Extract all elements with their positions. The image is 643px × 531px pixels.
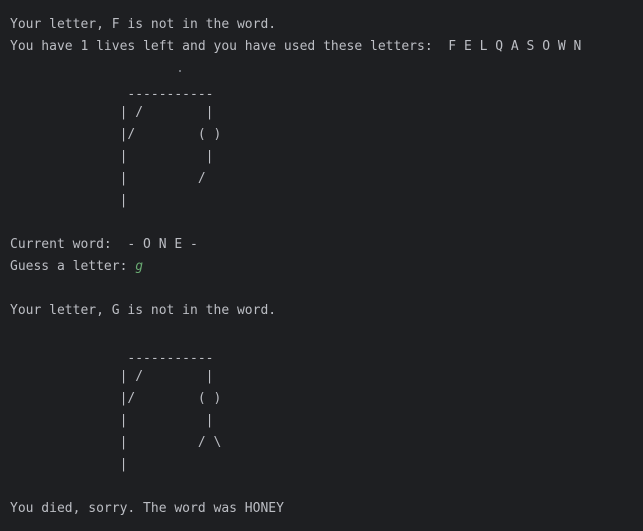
gallows-1-row-3-body: | | [10, 149, 214, 164]
caret-marker [179, 70, 181, 72]
gallows-1-row-4-leg: | / [10, 171, 206, 186]
run-console-output[interactable]: Your letter, F is not in the word. You h… [0, 0, 643, 531]
gallows-1-top-bar: ----------- [10, 87, 214, 102]
guess-prompt-label: Guess a letter: [10, 259, 136, 274]
gallows-2-row-4-legs: | / \ [10, 435, 222, 450]
gallows-1-row-1: | / | [10, 105, 214, 120]
gallows-2-top-bar: ----------- [10, 351, 214, 366]
gallows-2-row-5-base: | [10, 457, 128, 472]
gallows-2-row-1: | / | [10, 369, 214, 384]
console-line-lives-left: You have 1 lives left and you have used … [10, 39, 582, 54]
gallows-2-row-2-head: |/ ( ) [10, 391, 222, 406]
gallows-2-row-3-body: | | [10, 413, 214, 428]
user-input-echo: g [135, 259, 144, 274]
console-line-current-word: Current word: - O N E - [10, 237, 198, 252]
gallows-1-row-2-head: |/ ( ) [10, 127, 222, 142]
console-line-guess-prompt: Guess a letter: g [10, 257, 143, 277]
console-line-letter-g-result: Your letter, G is not in the word. [10, 303, 277, 318]
console-line-game-over: You died, sorry. The word was HONEY [10, 501, 284, 516]
console-line-letter-f-result: Your letter, F is not in the word. [10, 17, 277, 32]
gallows-1-row-5-base: | [10, 193, 128, 208]
